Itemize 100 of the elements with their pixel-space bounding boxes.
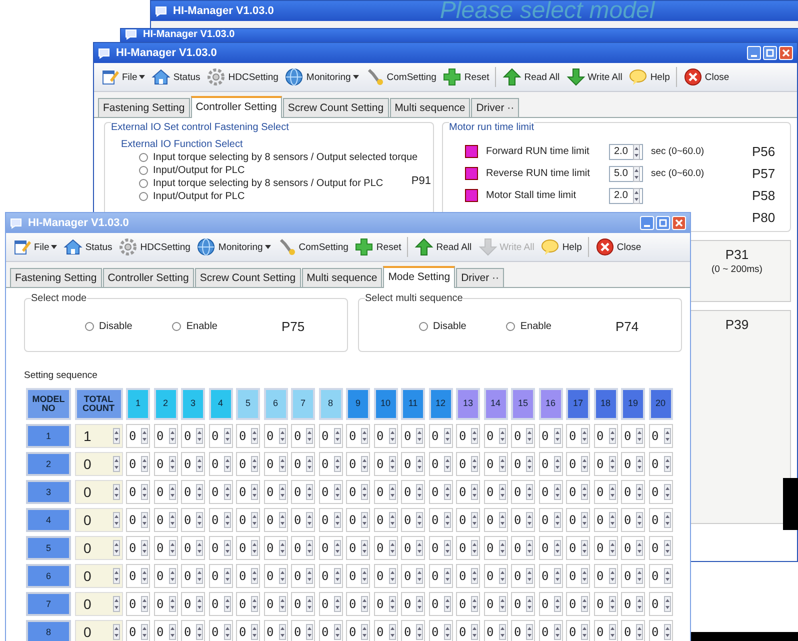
number-spinner[interactable]: 0 [126, 452, 150, 476]
number-spinner[interactable]: 0 [318, 508, 342, 532]
number-spinner[interactable]: 0 [318, 424, 342, 448]
number-spinner[interactable]: 0 [511, 424, 535, 448]
number-spinner[interactable]: 0 [648, 620, 672, 641]
tab[interactable]: Driver ·· [456, 268, 504, 287]
number-spinner[interactable]: 0 [236, 620, 260, 641]
tab[interactable]: Multi sequence [390, 98, 470, 117]
number-spinner[interactable]: 0 [236, 536, 260, 560]
number-spinner[interactable]: 0 [511, 508, 535, 532]
toolbar-button[interactable]: Read All [412, 236, 474, 258]
radio-option[interactable]: Enable [172, 321, 218, 332]
number-spinner[interactable]: 0 [566, 536, 590, 560]
number-spinner[interactable]: 0 [648, 592, 672, 616]
number-spinner[interactable]: 5.0 [609, 166, 643, 182]
model-button[interactable]: 8 [26, 620, 71, 641]
radio-option[interactable]: Input/Output for PLC [139, 165, 245, 176]
number-spinner[interactable]: 0 [126, 564, 150, 588]
number-spinner[interactable]: 0 [428, 536, 452, 560]
count-spinner[interactable]: 0 [74, 536, 122, 560]
number-spinner[interactable]: 0 [594, 452, 618, 476]
number-spinner[interactable]: 2.0 [609, 188, 643, 204]
number-spinner[interactable]: 0 [428, 592, 452, 616]
number-spinner[interactable]: 0 [484, 424, 508, 448]
number-spinner[interactable]: 0 [428, 424, 452, 448]
number-spinner[interactable]: 0 [318, 452, 342, 476]
number-spinner[interactable]: 0 [208, 620, 232, 641]
number-spinner[interactable]: 0 [648, 508, 672, 532]
number-spinner[interactable]: 0 [648, 452, 672, 476]
number-spinner[interactable]: 0 [208, 508, 232, 532]
number-spinner[interactable]: 0 [538, 452, 562, 476]
number-spinner[interactable]: 0 [208, 564, 232, 588]
count-spinner[interactable]: 0 [74, 480, 122, 504]
number-spinner[interactable]: 0 [648, 424, 672, 448]
number-spinner[interactable]: 0 [374, 564, 398, 588]
toolbar-button[interactable]: Close [592, 236, 644, 258]
number-spinner[interactable]: 0 [264, 564, 288, 588]
number-spinner[interactable]: 0 [484, 620, 508, 641]
radio-option[interactable]: Input torque selecting by 8 sensors / Output selected torque [139, 152, 418, 163]
number-spinner[interactable]: 0 [621, 592, 645, 616]
number-spinner[interactable]: 0 [566, 452, 590, 476]
number-spinner[interactable]: 0 [456, 592, 480, 616]
minimize-button[interactable] [640, 216, 654, 230]
number-spinner[interactable]: 0 [456, 452, 480, 476]
number-spinner[interactable]: 0 [374, 592, 398, 616]
tab[interactable]: Driver ·· [471, 98, 520, 117]
number-spinner[interactable]: 0 [401, 620, 425, 641]
number-spinner[interactable]: 0 [566, 508, 590, 532]
number-spinner[interactable]: 0 [181, 536, 205, 560]
tab[interactable]: Screw Count Setting [194, 268, 301, 287]
number-spinner[interactable]: 0 [154, 564, 178, 588]
number-spinner[interactable]: 0 [511, 620, 535, 641]
toolbar-button[interactable]: ComSetting [362, 66, 438, 88]
number-spinner[interactable]: 0 [291, 620, 315, 641]
number-spinner[interactable]: 0 [374, 536, 398, 560]
number-spinner[interactable]: 0 [648, 564, 672, 588]
count-spinner[interactable]: 0 [74, 452, 122, 476]
number-spinner[interactable]: 0 [594, 508, 618, 532]
number-spinner[interactable]: 0 [318, 480, 342, 504]
number-spinner[interactable]: 0 [594, 620, 618, 641]
number-spinner[interactable]: 0 [456, 480, 480, 504]
number-spinner[interactable]: 0 [484, 592, 508, 616]
tab[interactable]: Controller Setting [190, 96, 282, 118]
number-spinner[interactable]: 0 [484, 452, 508, 476]
model-button[interactable]: 5 [26, 536, 71, 560]
toolbar-button[interactable]: Status [149, 66, 202, 88]
number-spinner[interactable]: 0 [621, 480, 645, 504]
radio-option[interactable]: Input/Output for PLC [139, 191, 245, 202]
number-spinner[interactable]: 2.0 [609, 144, 643, 160]
number-spinner[interactable]: 0 [594, 564, 618, 588]
number-spinner[interactable]: 0 [621, 452, 645, 476]
radio-option[interactable]: Disable [419, 321, 466, 332]
number-spinner[interactable]: 0 [566, 620, 590, 641]
number-spinner[interactable]: 0 [208, 452, 232, 476]
number-spinner[interactable]: 0 [126, 592, 150, 616]
toolbar-button[interactable]: File [98, 66, 148, 88]
toolbar-button[interactable]: Write All [564, 66, 624, 88]
number-spinner[interactable]: 0 [511, 592, 535, 616]
maximize-button[interactable] [656, 216, 670, 230]
number-spinner[interactable]: 0 [126, 620, 150, 641]
number-spinner[interactable]: 0 [318, 620, 342, 641]
number-spinner[interactable]: 0 [566, 592, 590, 616]
number-spinner[interactable]: 0 [511, 536, 535, 560]
number-spinner[interactable]: 0 [401, 480, 425, 504]
tab[interactable]: Fastening Setting [98, 98, 190, 117]
number-spinner[interactable]: 0 [538, 536, 562, 560]
number-spinner[interactable]: 0 [374, 620, 398, 641]
number-spinner[interactable]: 0 [264, 592, 288, 616]
number-spinner[interactable]: 0 [126, 424, 150, 448]
number-spinner[interactable]: 0 [484, 564, 508, 588]
number-spinner[interactable]: 0 [154, 424, 178, 448]
model-button[interactable]: 2 [26, 452, 71, 476]
number-spinner[interactable]: 0 [236, 424, 260, 448]
number-spinner[interactable]: 0 [456, 508, 480, 532]
number-spinner[interactable]: 0 [208, 536, 232, 560]
number-spinner[interactable]: 0 [538, 592, 562, 616]
number-spinner[interactable]: 0 [346, 424, 370, 448]
number-spinner[interactable]: 0 [346, 592, 370, 616]
toolbar-button[interactable]: Status [61, 236, 114, 258]
number-spinner[interactable]: 0 [621, 424, 645, 448]
